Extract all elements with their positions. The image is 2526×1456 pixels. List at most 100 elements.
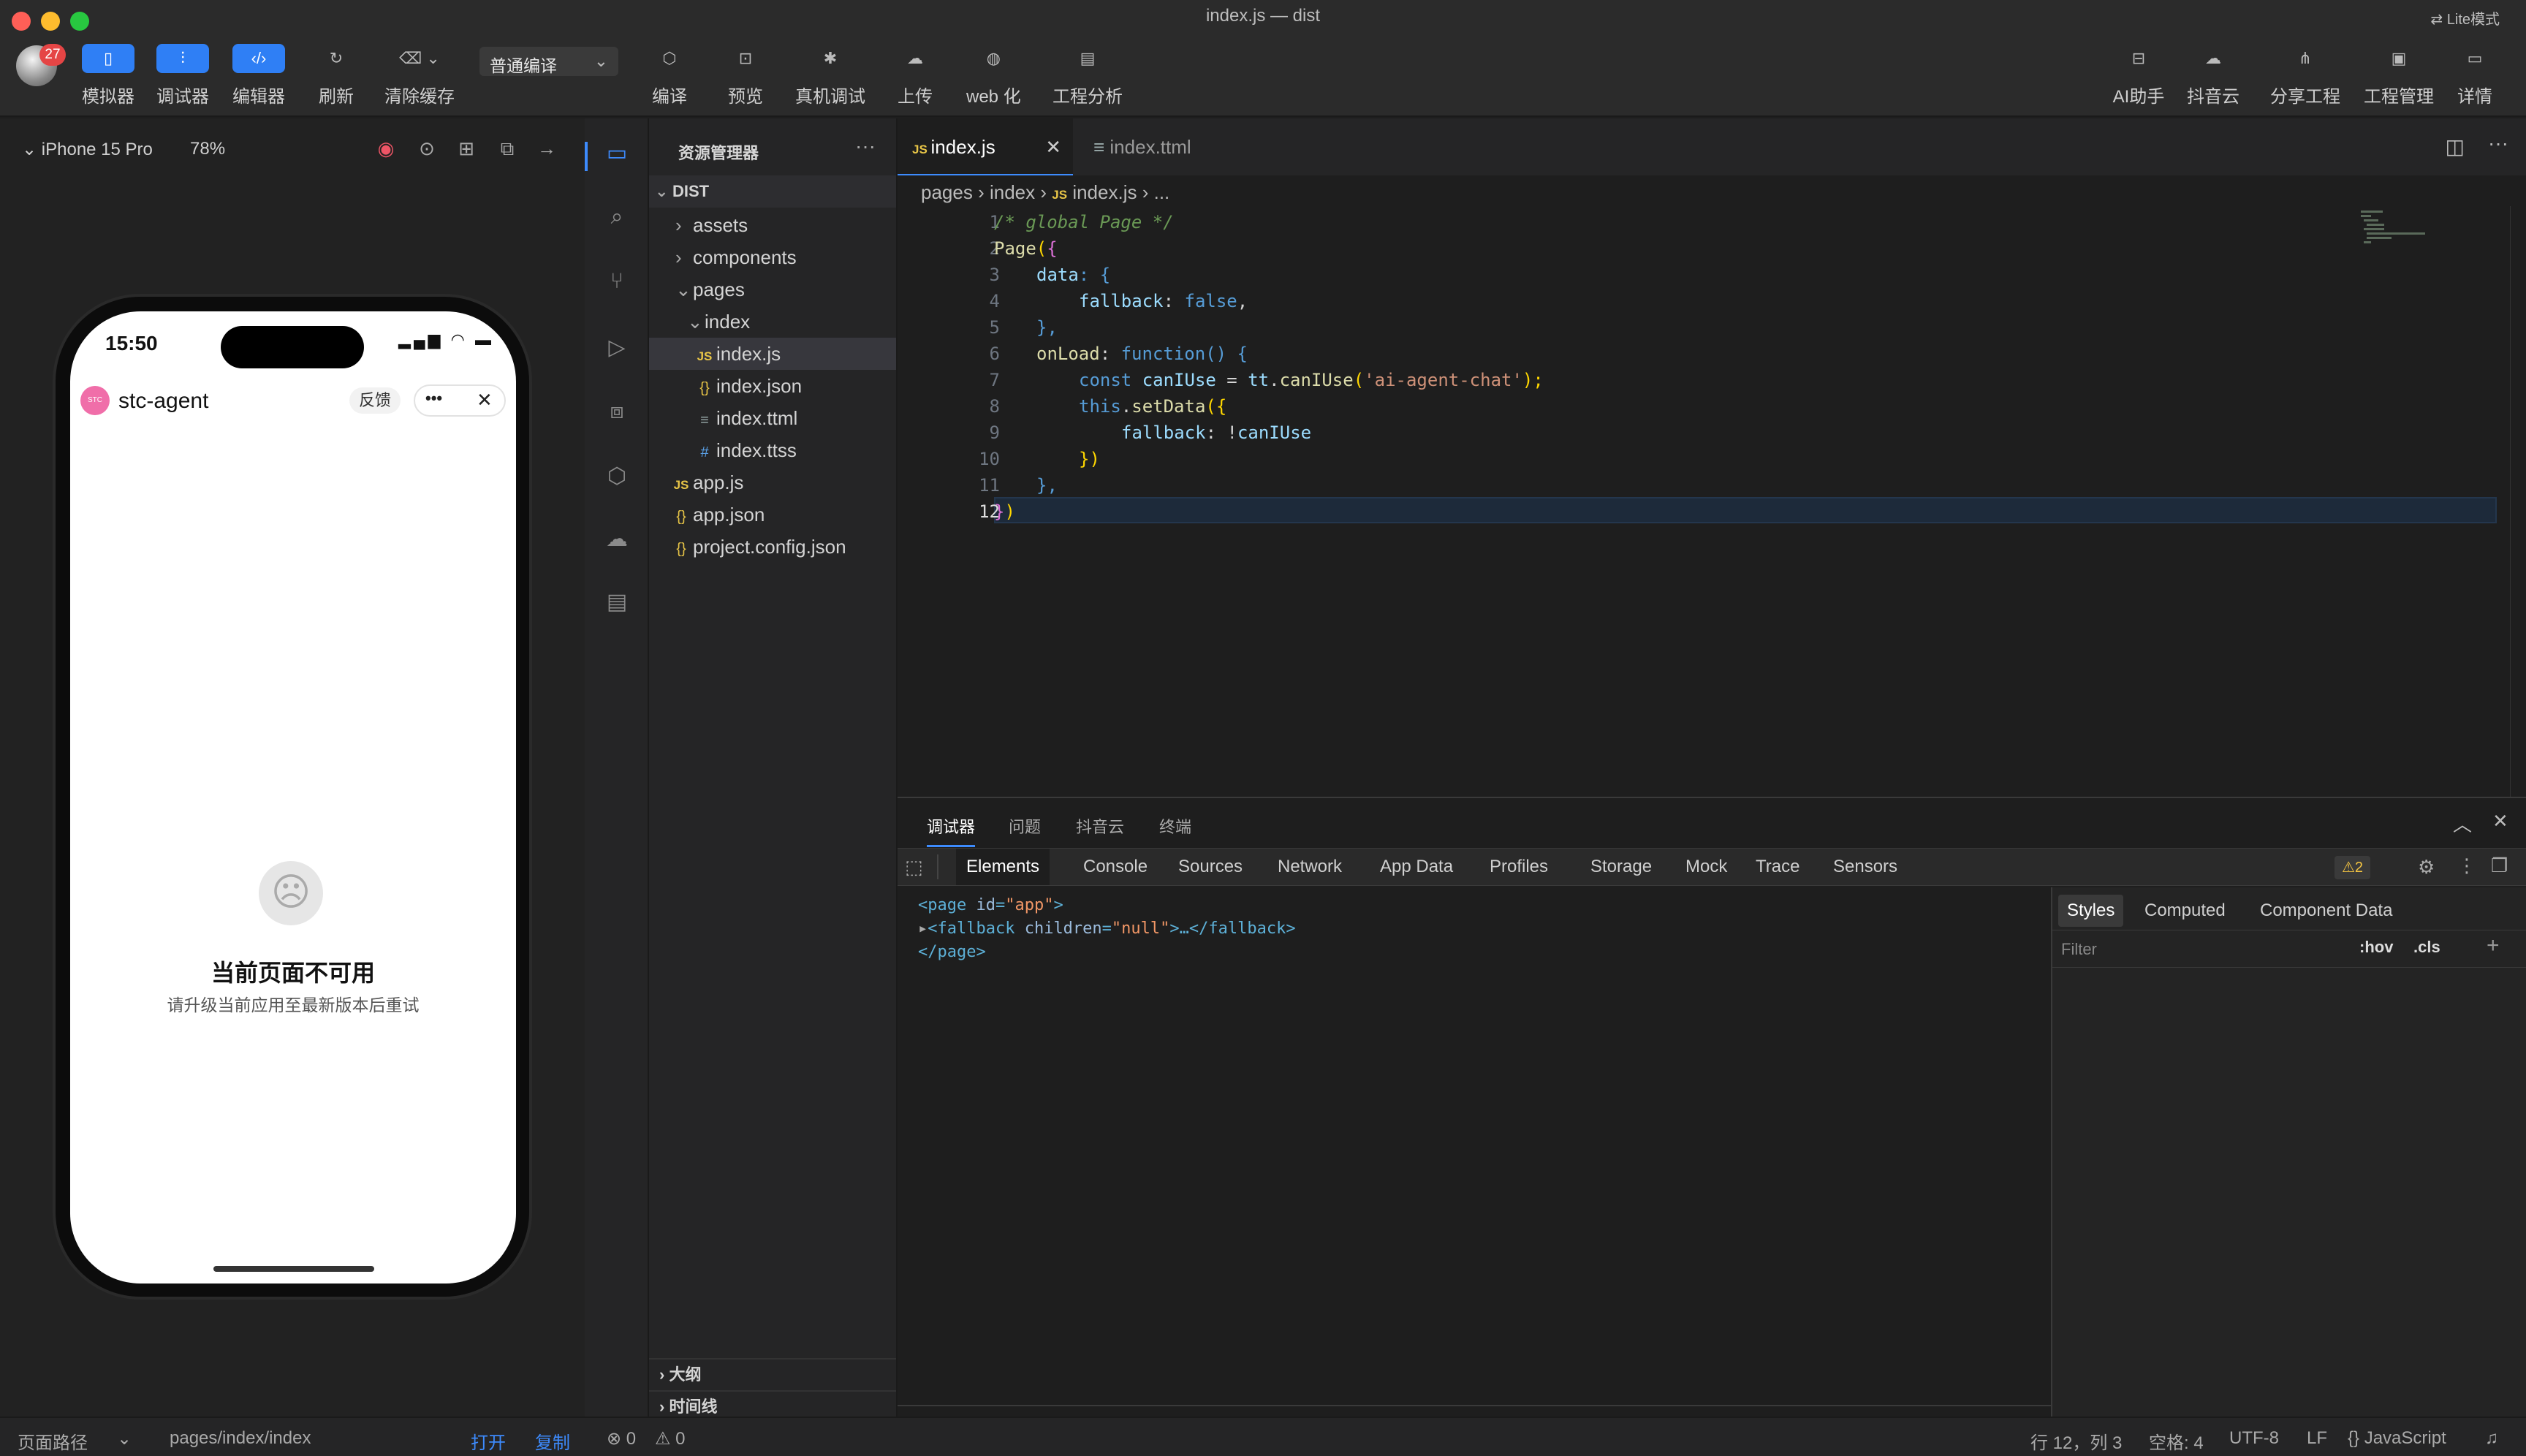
compile-button[interactable]: ⬡ 编译 <box>643 44 696 110</box>
tree-item-app-js[interactable]: JS app.js <box>649 466 896 498</box>
popout-icon[interactable]: ⧉ <box>494 137 520 164</box>
dom-node-page-close[interactable]: </page> <box>918 943 986 961</box>
language-mode[interactable]: {} JavaScript <box>2348 1428 2446 1449</box>
outline-section[interactable]: › 大纲 <box>649 1358 896 1390</box>
feedback-button[interactable]: 反馈 <box>349 387 401 414</box>
encoding[interactable]: UTF-8 <box>2229 1428 2279 1449</box>
devtools-tab-appdata[interactable]: App Data <box>1370 849 1463 885</box>
devtools-tab-sources[interactable]: Sources <box>1168 849 1253 885</box>
more-icon[interactable]: ··· <box>855 134 876 158</box>
douyin-icon[interactable]: ◉ <box>373 137 399 164</box>
tree-item-project-config[interactable]: {} project.config.json <box>649 531 896 563</box>
more-icon[interactable]: ··· <box>2488 132 2508 155</box>
monitor-icon[interactable]: ▤ <box>585 589 649 615</box>
debugger-button[interactable]: ⫶ 调试器 <box>156 44 209 110</box>
copy-link[interactable]: 复制 <box>535 1428 570 1454</box>
zoom-level[interactable]: 78% <box>190 139 225 159</box>
extensions-icon[interactable]: ⧈ <box>585 399 649 424</box>
dock-icon[interactable]: ❐ <box>2491 854 2508 877</box>
grid-icon[interactable]: ⊞ <box>453 137 479 164</box>
simulator-button[interactable]: ▯ 模拟器 <box>82 44 134 110</box>
tab-douyin-cloud[interactable]: 抖音云 <box>1076 814 1124 838</box>
warning-count-badge[interactable]: ⚠2 <box>2335 856 2371 879</box>
devtools-tab-elements[interactable]: Elements <box>956 849 1050 885</box>
class-toggle[interactable]: .cls <box>2413 938 2440 957</box>
styles-tab-component-data[interactable]: Component Data <box>2251 895 2401 927</box>
tree-item-index-json[interactable]: {} index.json <box>649 370 896 402</box>
devtools-tab-storage[interactable]: Storage <box>1580 849 1662 885</box>
styles-tab-styles[interactable]: Styles <box>2058 895 2124 927</box>
compile-mode-select[interactable]: 普通编译 ⌄ <box>479 47 618 76</box>
tree-root[interactable]: ⌄ DIST <box>649 175 896 208</box>
lite-mode-toggle[interactable]: ⇄ Lite模式 <box>2430 7 2500 29</box>
hover-state-toggle[interactable]: :hov <box>2359 938 2393 957</box>
tree-item-index-js[interactable]: JS index.js <box>649 338 896 370</box>
styles-tab-computed[interactable]: Computed <box>2136 895 2234 927</box>
devtools-tab-network[interactable]: Network <box>1267 849 1352 885</box>
chevron-up-icon[interactable]: ︿ <box>2453 810 2472 837</box>
open-link[interactable]: 打开 <box>471 1428 506 1454</box>
editor-button[interactable]: ‹/› 编辑器 <box>232 44 285 110</box>
notification-bell-icon[interactable]: ♫ <box>2485 1428 2498 1449</box>
tree-item-pages[interactable]: ⌄pages <box>649 273 896 306</box>
close-icon[interactable]: ✕ <box>1045 118 1061 175</box>
search-icon[interactable]: ⌕ <box>585 205 649 230</box>
warning-count[interactable]: ⚠ 0 <box>655 1428 686 1449</box>
tree-item-index-ttml[interactable]: ≡ index.ttml <box>649 402 896 434</box>
devtools-tab-sensors[interactable]: Sensors <box>1823 849 1908 885</box>
cursor-position[interactable]: 行 12，列 3 <box>2030 1428 2122 1454</box>
tab-terminal[interactable]: 终端 <box>1159 814 1191 838</box>
tab-debugger[interactable]: 调试器 <box>927 814 976 847</box>
clear-cache-button[interactable]: ⌫ ⌄ 清除缓存 <box>384 44 455 110</box>
dom-node-fallback[interactable]: ▸<fallback children="null">…</fallback> <box>918 920 1296 938</box>
web-button[interactable]: ◍ web 化 <box>966 44 1021 110</box>
project-manage-button[interactable]: ▣ 工程管理 <box>2364 44 2434 110</box>
code-editor[interactable]: 1 2 3 4 5 6 7 8 9 10 11 12 /* global Pag… <box>898 206 2526 797</box>
tree-item-index-ttss[interactable]: # index.ttss <box>649 434 896 466</box>
devtools-tab-console[interactable]: Console <box>1073 849 1158 885</box>
close-icon[interactable]: ✕ <box>477 389 493 412</box>
tab-index-ttml[interactable]: ≡ index.ttml <box>1079 118 1254 175</box>
breadcrumb-index[interactable]: index <box>990 181 1035 203</box>
split-editor-icon[interactable]: ◫ <box>2446 134 2465 159</box>
line-ending[interactable]: LF <box>2307 1428 2327 1449</box>
settings-gear-icon[interactable]: ⚙ <box>2418 856 2435 879</box>
tree-item-assets[interactable]: › assets <box>649 209 896 241</box>
run-debug-icon[interactable]: ▷ <box>585 335 649 360</box>
devtools-tab-trace[interactable]: Trace <box>1745 849 1810 885</box>
styles-filter-input[interactable]: Filter <box>2061 936 2354 963</box>
indentation[interactable]: 空格: 4 <box>2149 1428 2204 1454</box>
tree-item-app-json[interactable]: {} app.json <box>649 498 896 531</box>
device-select[interactable]: ⌄ iPhone 15 Pro <box>22 139 153 160</box>
breadcrumb-pages[interactable]: pages <box>921 181 973 203</box>
details-button[interactable]: ▭ 详情 <box>2449 44 2501 110</box>
ai-assistant-button[interactable]: ⊟ AI助手 <box>2112 44 2165 110</box>
close-icon[interactable]: ✕ <box>2492 810 2508 833</box>
cloud-icon[interactable]: ☁ <box>585 526 649 552</box>
inspect-icon[interactable]: ⊙ <box>414 137 440 164</box>
minimap[interactable] <box>2361 206 2434 250</box>
arrow-right-icon[interactable]: → <box>534 137 560 164</box>
package-icon[interactable]: ⬡ <box>585 463 649 489</box>
real-device-debug-button[interactable]: ✱ 真机调试 <box>795 44 865 110</box>
source-control-icon[interactable]: ⑂ <box>585 269 649 294</box>
dom-node-page[interactable]: <page id="app"> <box>918 896 1063 914</box>
element-picker-icon[interactable]: ⬚ <box>905 856 923 879</box>
devtools-tab-mock[interactable]: Mock <box>1675 849 1737 885</box>
error-count[interactable]: ⊗ 0 <box>607 1428 636 1449</box>
devtools-tab-profiles[interactable]: Profiles <box>1479 849 1558 885</box>
upload-button[interactable]: ☁ 上传 <box>889 44 941 110</box>
share-project-button[interactable]: ⋔ 分享工程 <box>2270 44 2340 110</box>
tab-index-js[interactable]: JS index.js ✕ <box>898 118 1073 175</box>
breadcrumb-symbol[interactable]: ... <box>1154 181 1170 203</box>
preview-button[interactable]: ⊡ 预览 <box>719 44 772 110</box>
tab-problems[interactable]: 问题 <box>1009 814 1041 838</box>
expand-arrow-icon[interactable]: ▸ <box>918 920 928 938</box>
douyin-cloud-button[interactable]: ☁ 抖音云 <box>2187 44 2239 110</box>
folder-icon[interactable]: ▭ <box>585 140 649 166</box>
add-rule-icon[interactable]: + <box>2487 933 2500 958</box>
chevron-down-icon[interactable]: ⌄ <box>117 1428 132 1449</box>
tree-item-index-folder[interactable]: ⌄index <box>649 306 896 338</box>
tree-item-components[interactable]: › components <box>649 241 896 273</box>
editor-scrollbar[interactable] <box>2510 206 2525 797</box>
